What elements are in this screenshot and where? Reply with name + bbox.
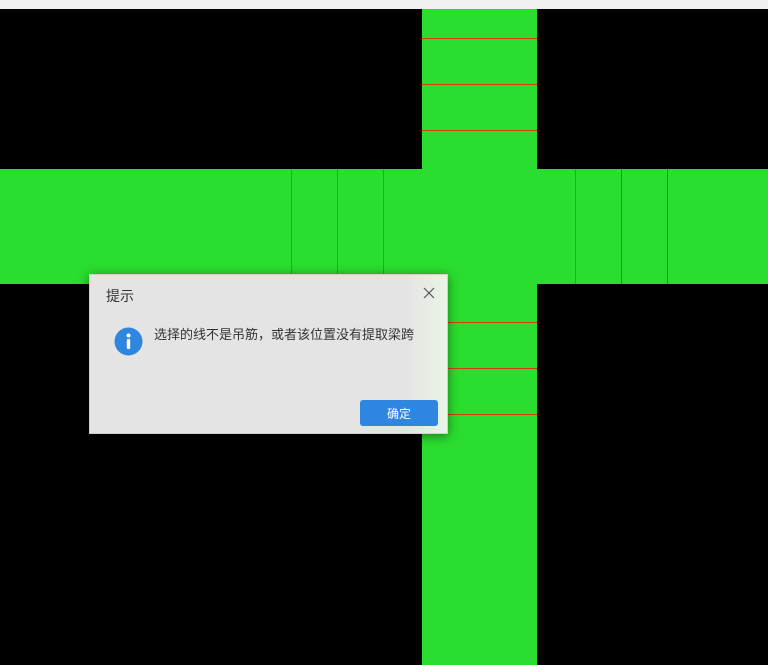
stirrup-line[interactable]	[422, 38, 537, 39]
stirrup-line[interactable]	[667, 169, 668, 284]
stirrup-line[interactable]	[422, 130, 537, 131]
dialog-message: 选择的线不是吊筋，或者该位置没有提取梁跨	[154, 328, 415, 343]
close-icon[interactable]	[421, 285, 437, 301]
rebar-line[interactable]	[575, 169, 576, 284]
rebar-line[interactable]	[337, 169, 338, 284]
horizontal-beam[interactable]	[0, 169, 768, 284]
top-toolbar-edge	[0, 0, 768, 9]
dialog-title: 提示	[106, 289, 134, 305]
info-icon	[114, 327, 143, 356]
alert-dialog: 提示 选择的线不是吊筋，或者该位置没有提取梁跨 确定	[89, 274, 448, 434]
stirrup-line[interactable]	[422, 84, 537, 85]
rebar-line[interactable]	[383, 169, 384, 284]
stirrup-line[interactable]	[621, 169, 622, 284]
rebar-line[interactable]	[291, 169, 292, 284]
ok-button[interactable]: 确定	[360, 400, 438, 426]
